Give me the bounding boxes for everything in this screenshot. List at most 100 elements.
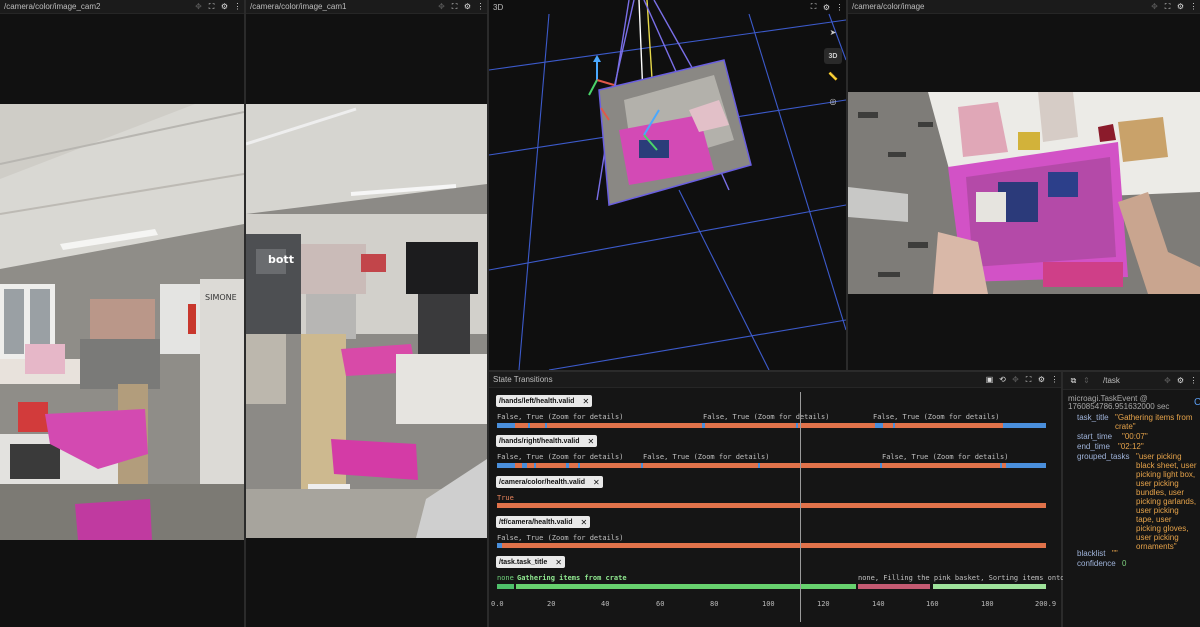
app-root: /camera/color/image_cam2 ✥ ⛶ ⚙ ⋮ SIMONE [0, 0, 1200, 627]
state-segment[interactable] [796, 423, 798, 428]
state-segment[interactable] [702, 423, 705, 428]
more-icon[interactable]: ⋮ [833, 1, 846, 14]
settings-icon[interactable]: ⚙ [218, 0, 231, 13]
segment-label: False, True (Zoom for details) [873, 413, 1000, 421]
topic-chip[interactable]: /hands/right/health.valid ✕ [496, 435, 598, 447]
field-value: "user picking black sheet, user picking … [1136, 452, 1197, 551]
expand-icon[interactable]: ⛶ [448, 0, 461, 13]
close-icon[interactable]: ✕ [555, 558, 562, 567]
state-segment[interactable] [893, 423, 895, 428]
state-segment[interactable] [497, 463, 515, 468]
axis-tick: 100 [762, 600, 775, 608]
close-icon[interactable]: ✕ [593, 478, 600, 487]
panel-title: /camera/color/image [852, 2, 925, 11]
state-segment[interactable] [578, 463, 580, 468]
state-segment[interactable] [1000, 463, 1002, 468]
panel-title: State Transitions [493, 375, 553, 384]
topic-label: /tf/camera/health.valid [499, 518, 573, 526]
state-segment[interactable] [1006, 463, 1046, 468]
state-segment[interactable] [858, 584, 930, 589]
recenter-icon[interactable]: ◎ [824, 93, 842, 109]
state-segment[interactable] [880, 463, 882, 468]
select-tool-icon[interactable]: ➤ [824, 24, 842, 40]
state-segment[interactable] [522, 463, 527, 468]
state-segment[interactable] [534, 463, 536, 468]
expand-icon[interactable]: ⛶ [807, 1, 820, 14]
move-icon[interactable]: ✥ [1009, 373, 1022, 386]
expand-icon[interactable]: ⛶ [205, 0, 218, 13]
state-segment[interactable] [528, 423, 530, 428]
axis-tick: 80 [710, 600, 719, 608]
field-key: blacklist [1077, 549, 1106, 558]
topic-chip[interactable]: /hands/left/health.valid ✕ [496, 395, 593, 407]
state-segment[interactable] [497, 423, 515, 428]
field-value: "" [1112, 549, 1118, 558]
copy-icon[interactable]: C [1194, 398, 1200, 408]
ruler-icon[interactable]: 📏 [824, 68, 842, 84]
image-icon[interactable]: ▣ [983, 373, 996, 386]
state-segment[interactable] [641, 463, 643, 468]
panel-cam[interactable]: /camera/color/image ✥ ⛶ ⚙ ⋮ [848, 0, 1200, 370]
state-bar[interactable] [497, 543, 1046, 548]
reset-view-icon[interactable]: ⟲ [996, 373, 1009, 386]
move-icon[interactable]: ✥ [435, 0, 448, 13]
expand-icon[interactable]: ⛶ [1161, 0, 1174, 13]
axis-tick: 60 [656, 600, 665, 608]
state-segment[interactable] [545, 423, 547, 428]
settings-icon[interactable]: ⚙ [1174, 374, 1187, 387]
segment-label: False, True (Zoom for details) [497, 534, 624, 542]
state-segment[interactable] [566, 463, 569, 468]
sort-icon[interactable]: ⇕ [1080, 374, 1093, 387]
more-icon[interactable]: ⋮ [1048, 373, 1061, 386]
segment-label: Gathering items from crate [517, 574, 627, 582]
panel-header: /camera/color/image_cam1 ✥ ⛶ ⚙ ⋮ [246, 0, 487, 14]
panel-cam1[interactable]: /camera/color/image_cam1 ✥ ⛶ ⚙ ⋮ bott [246, 0, 487, 627]
state-segment[interactable] [933, 584, 1046, 589]
close-icon[interactable]: ✕ [582, 397, 589, 406]
topic-chip[interactable]: /task.task_title ✕ [496, 556, 565, 568]
state-segment[interactable] [758, 463, 760, 468]
move-icon[interactable]: ✥ [192, 0, 205, 13]
field-value: 0 [1122, 559, 1127, 568]
expand-icon[interactable]: ⛶ [1022, 373, 1035, 386]
close-icon[interactable]: ✕ [588, 437, 595, 446]
more-icon[interactable]: ⋮ [1187, 374, 1200, 387]
more-icon[interactable]: ⋮ [1187, 0, 1200, 13]
settings-icon[interactable]: ⚙ [461, 0, 474, 13]
camera-image-cam1: bott [246, 104, 487, 538]
segment-label: none [497, 574, 514, 582]
panel-3d[interactable]: 3D ⛶ ⚙ ⋮ ➤ 3D 📏 ◎ [489, 0, 846, 370]
field-key: end_time [1077, 442, 1110, 451]
scene-3d[interactable] [489, 0, 846, 370]
move-icon[interactable]: ✥ [1148, 0, 1161, 13]
camera-image-main [848, 92, 1200, 294]
state-bar[interactable] [497, 503, 1046, 508]
more-icon[interactable]: ⋮ [474, 0, 487, 13]
settings-icon[interactable]: ⚙ [1174, 0, 1187, 13]
segment-label: False, True (Zoom for details) [497, 413, 624, 421]
state-segment[interactable] [516, 584, 856, 589]
move-icon[interactable]: ✥ [1161, 374, 1174, 387]
topic-label: /task.task_title [499, 558, 548, 566]
segment-label: False, True (Zoom for details) [703, 413, 830, 421]
panel-cam2[interactable]: /camera/color/image_cam2 ✥ ⛶ ⚙ ⋮ SIMONE [0, 0, 244, 627]
topic-chip[interactable]: /tf/camera/health.valid ✕ [496, 516, 591, 528]
copy-icon[interactable]: ⧉ [1067, 374, 1080, 387]
state-segment[interactable] [497, 543, 502, 548]
close-icon[interactable]: ✕ [581, 518, 588, 527]
view-mode-toggle[interactable]: 3D [824, 48, 842, 64]
playhead-line[interactable] [800, 392, 801, 622]
state-bar[interactable] [497, 423, 1046, 428]
topic-chip[interactable]: /camera/color/health.valid ✕ [496, 476, 603, 488]
field-key: start_time [1077, 432, 1113, 441]
axis-tick: 160 [926, 600, 939, 608]
more-icon[interactable]: ⋮ [231, 0, 244, 13]
settings-icon[interactable]: ⚙ [820, 1, 833, 14]
axis-tick: 120 [817, 600, 830, 608]
settings-icon[interactable]: ⚙ [1035, 373, 1048, 386]
state-segment[interactable] [1003, 423, 1046, 428]
state-segment[interactable] [875, 423, 883, 428]
message-timestamp: 1760854786.951632000 sec [1068, 402, 1170, 411]
state-segment[interactable] [497, 584, 514, 589]
topic-label: /camera/color/health.valid [499, 478, 585, 486]
